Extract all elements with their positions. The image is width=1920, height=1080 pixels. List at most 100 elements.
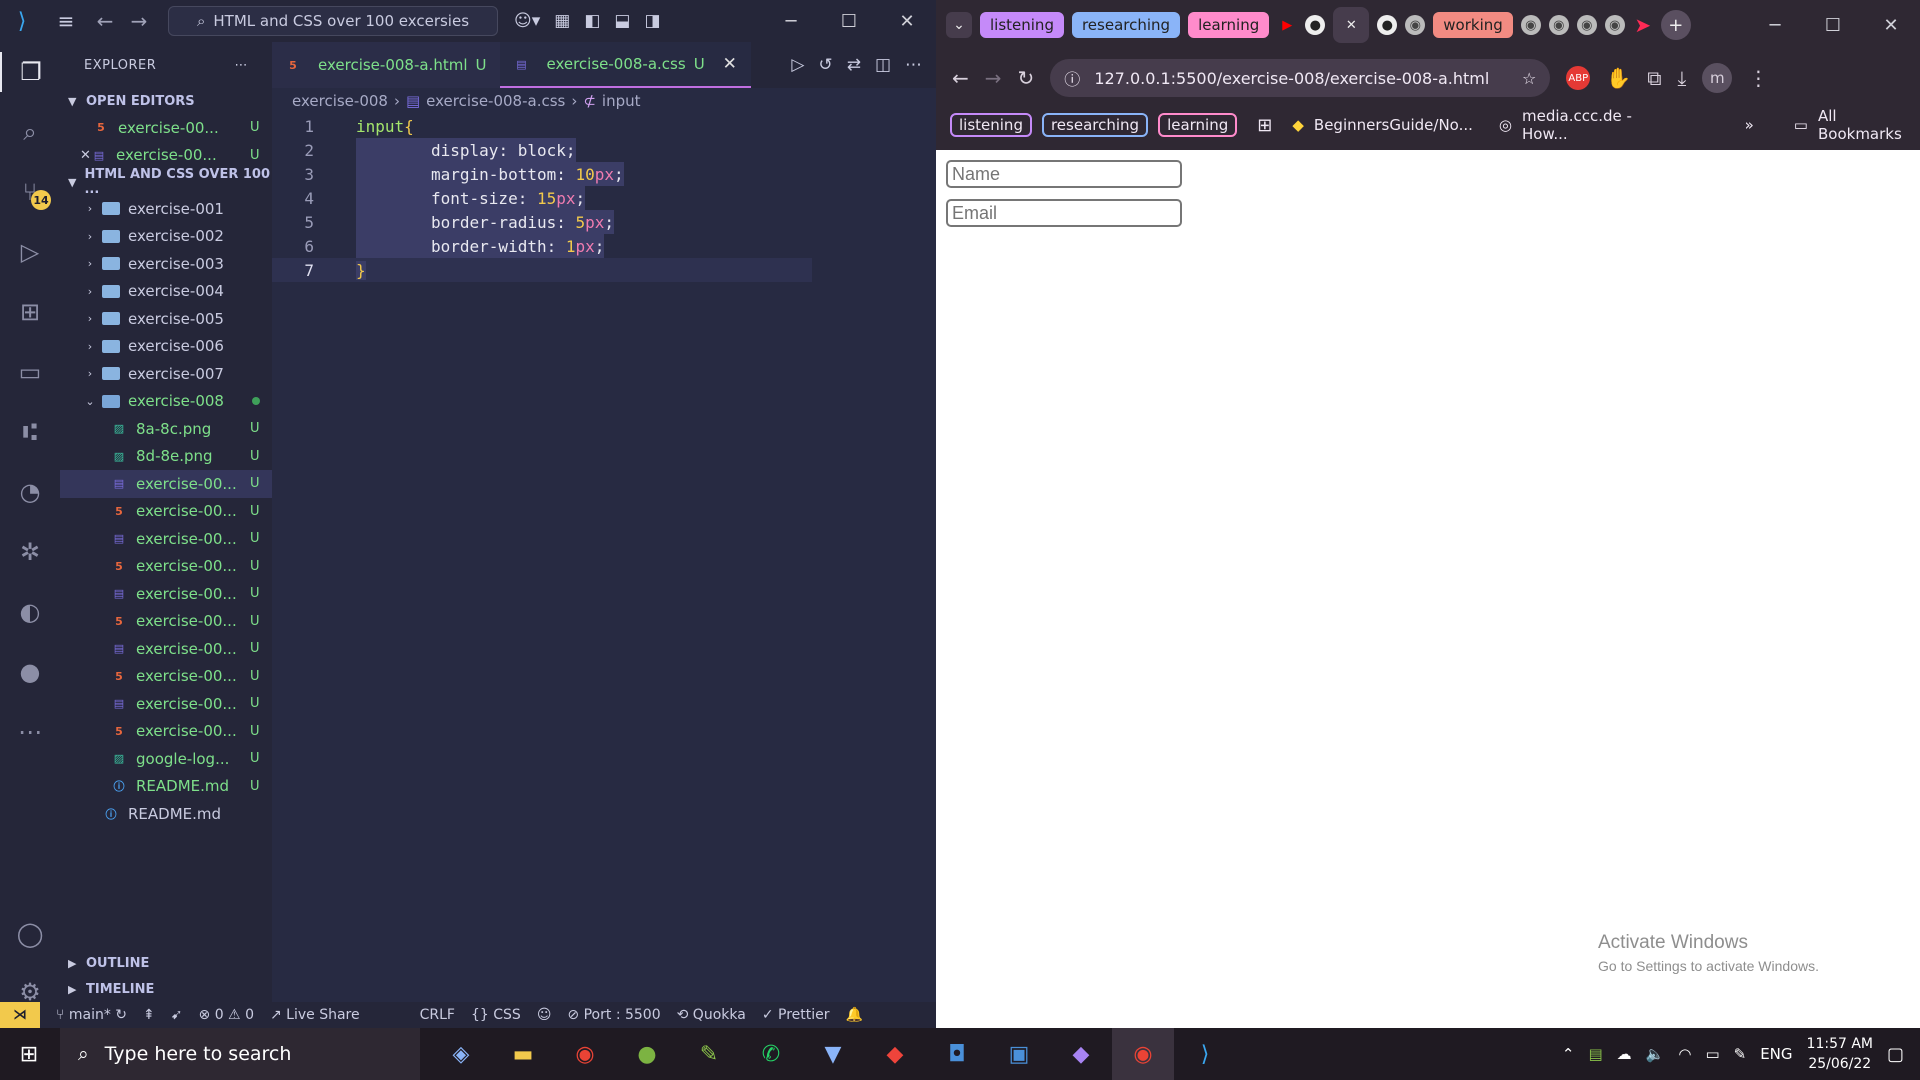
source-control-icon[interactable]: ⑂ [0, 172, 60, 212]
tab-group-researching[interactable]: researching [1071, 12, 1181, 38]
publish-icon[interactable]: ⇞ [143, 1007, 155, 1023]
avatar[interactable]: m [1702, 63, 1733, 93]
address-bar[interactable]: ⓘ 127.0.0.1:5500/exercise-008/exercise-0… [1050, 59, 1551, 97]
windows-start-icon[interactable]: ⊞ [0, 1028, 58, 1080]
file-item[interactable]: ⓘ README.md [60, 800, 272, 828]
stop-extension-icon[interactable]: ✋ [1606, 66, 1631, 90]
more-actions-icon[interactable]: ⋯ [235, 58, 249, 73]
accounts-icon[interactable]: ◯ [0, 914, 60, 954]
language-mode[interactable]: {} CSS [471, 1007, 521, 1023]
extensions-icon[interactable]: ⧉ [1647, 66, 1661, 90]
back-arrow-icon[interactable]: ← [88, 9, 122, 33]
all-bookmarks[interactable]: All Bookmarks [1818, 107, 1920, 143]
file-item[interactable]: ▨ 8d-8e.png U [60, 443, 272, 471]
volume-icon[interactable]: 🔈 [1646, 1045, 1665, 1063]
close-tab-icon[interactable]: ✕ [723, 54, 737, 74]
more-icon[interactable]: ⋯ [0, 712, 60, 752]
forward-arrow-icon[interactable]: → [122, 9, 156, 33]
email-input[interactable] [946, 199, 1182, 227]
file-item[interactable]: ▨ 8a-8c.png U [60, 415, 272, 443]
open-editor-item[interactable]: 5 exercise-00... U [60, 114, 272, 142]
chrome-tab-icon[interactable]: ◉ [1548, 15, 1569, 35]
file-item[interactable]: 5 exercise-00... U [60, 718, 272, 746]
explorer-icon[interactable]: ❐ [0, 52, 60, 92]
anydesk-icon[interactable]: ◆ [864, 1028, 926, 1080]
run-icon[interactable]: ▷ [791, 55, 804, 75]
chrome-menu-icon[interactable]: ⋮ [1748, 66, 1768, 90]
toggle-secondary-sidebar-icon[interactable]: ◨ [644, 11, 660, 31]
vscode-app-icon[interactable]: ⟩ [1174, 1028, 1236, 1080]
minimize-icon[interactable]: ─ [762, 0, 820, 42]
prompt-tab-icon[interactable]: ➤ [1633, 13, 1653, 37]
workspace-section[interactable]: ▼ HTML AND CSS OVER 100 ... [60, 167, 272, 197]
live-share-button[interactable]: ↗ Live Share [270, 1007, 360, 1023]
wifi-icon[interactable]: ◠ [1678, 1045, 1691, 1063]
search-icon[interactable]: ⌕ [0, 112, 60, 152]
breadcrumb-folder[interactable]: exercise-008 [292, 92, 388, 110]
bookmark-group-learning[interactable]: learning [1158, 113, 1238, 137]
breadcrumb-file[interactable]: exercise-008-a.css [426, 92, 565, 110]
problems-indicator[interactable]: ⊗ 0 ⚠ 0 [199, 1007, 254, 1023]
extensions-icon[interactable]: ⊞ [0, 292, 60, 332]
quokka-status[interactable]: ⟲ Quokka [677, 1007, 746, 1023]
folder-item[interactable]: › exercise-007 [60, 360, 272, 388]
outline-section[interactable]: ▶ OUTLINE [60, 950, 272, 976]
bookmark-group-listening[interactable]: listening [950, 113, 1032, 137]
whatsapp-icon[interactable]: ✆ [740, 1028, 802, 1080]
quokka-icon[interactable]: ◐ [0, 592, 60, 632]
command-center-search[interactable]: ⌕ HTML and CSS over 100 excersies [168, 6, 498, 36]
kubernetes-icon[interactable]: ✲ [0, 532, 60, 572]
copilot-status-icon[interactable]: ☺ [537, 1007, 552, 1023]
close-icon[interactable]: ✕ [1862, 0, 1920, 50]
branch-indicator[interactable]: ⑂ main* ↻ [56, 1007, 127, 1023]
folder-item[interactable]: › exercise-006 [60, 333, 272, 361]
toggle-sidebar-icon[interactable]: ◧ [584, 11, 600, 31]
history-icon[interactable]: ↺ [818, 55, 832, 75]
tab-group-listening[interactable]: listening [980, 12, 1064, 38]
copilot-app-icon[interactable]: ◈ [430, 1028, 492, 1080]
file-item[interactable]: ▤ exercise-00... U [60, 690, 272, 718]
file-item[interactable]: ▤ exercise-00... U [60, 470, 272, 498]
file-item[interactable]: 5 exercise-00... U [60, 608, 272, 636]
file-item[interactable]: ▤ exercise-00... U [60, 580, 272, 608]
active-tab-close-icon[interactable]: ✕ [1333, 7, 1370, 43]
live-server-port[interactable]: ⊘ Port : 5500 [567, 1007, 660, 1023]
tab-html[interactable]: 5 exercise-008-a.html U [272, 42, 501, 88]
folder-item[interactable]: › exercise-001 [60, 195, 272, 223]
more-actions-icon[interactable]: ⋯ [905, 55, 922, 75]
android-app-icon[interactable]: ● [616, 1028, 678, 1080]
toggle-panel-icon[interactable]: ⬓ [614, 11, 630, 31]
timeline-section[interactable]: ▶ TIMELINE [60, 976, 272, 1002]
eol-indicator[interactable]: CRLF [420, 1007, 455, 1023]
taskbar-search[interactable]: ⌕ Type here to search [60, 1028, 420, 1080]
site-info-icon[interactable]: ⓘ [1064, 66, 1080, 90]
run-debug-icon[interactable]: ▷ [0, 232, 60, 272]
bookmark-item[interactable]: BeginnersGuide/No... [1314, 116, 1473, 134]
open-editors-section[interactable]: ▼ OPEN EDITORS [60, 88, 272, 114]
copilot-icon[interactable]: ☺▾ [514, 11, 540, 31]
tab-search-icon[interactable]: ⌄ [946, 12, 972, 38]
pen-icon[interactable]: ✎ [1734, 1045, 1747, 1063]
open-editor-item[interactable]: ✕ ▤ exercise-00... U [60, 142, 272, 170]
proton-vpn-icon[interactable]: ▼ [802, 1028, 864, 1080]
app-icon[interactable]: ◘ [926, 1028, 988, 1080]
folder-item-open[interactable]: ⌄ exercise-008 [60, 388, 272, 416]
timeline-icon[interactable]: ◔ [0, 472, 60, 512]
file-item[interactable]: ▨ google-log... U [60, 745, 272, 773]
notifications-bell-icon[interactable]: 🔔 [846, 1007, 863, 1023]
file-item[interactable]: 5 exercise-00... U [60, 663, 272, 691]
customize-layout-icon[interactable]: ▦ [554, 11, 570, 31]
github-icon[interactable]: ● [1305, 15, 1326, 35]
close-icon[interactable]: ✕ [878, 0, 936, 42]
remote-desktop-icon[interactable]: ▣ [988, 1028, 1050, 1080]
breadcrumb-symbol[interactable]: input [602, 92, 641, 110]
rocket-icon[interactable]: ➹ [171, 1007, 183, 1023]
github-icon[interactable]: ● [0, 652, 60, 692]
chevron-up-icon[interactable]: ⌃ [1562, 1045, 1575, 1063]
back-arrow-icon[interactable]: ← [952, 66, 969, 90]
chrome-app-icon[interactable]: ◉ [554, 1028, 616, 1080]
downloads-icon[interactable]: ⤓ [1677, 66, 1686, 90]
split-editor-icon[interactable]: ◫ [875, 55, 891, 75]
name-input[interactable] [946, 160, 1182, 188]
bookmark-item[interactable]: media.ccc.de - How... [1522, 107, 1675, 143]
